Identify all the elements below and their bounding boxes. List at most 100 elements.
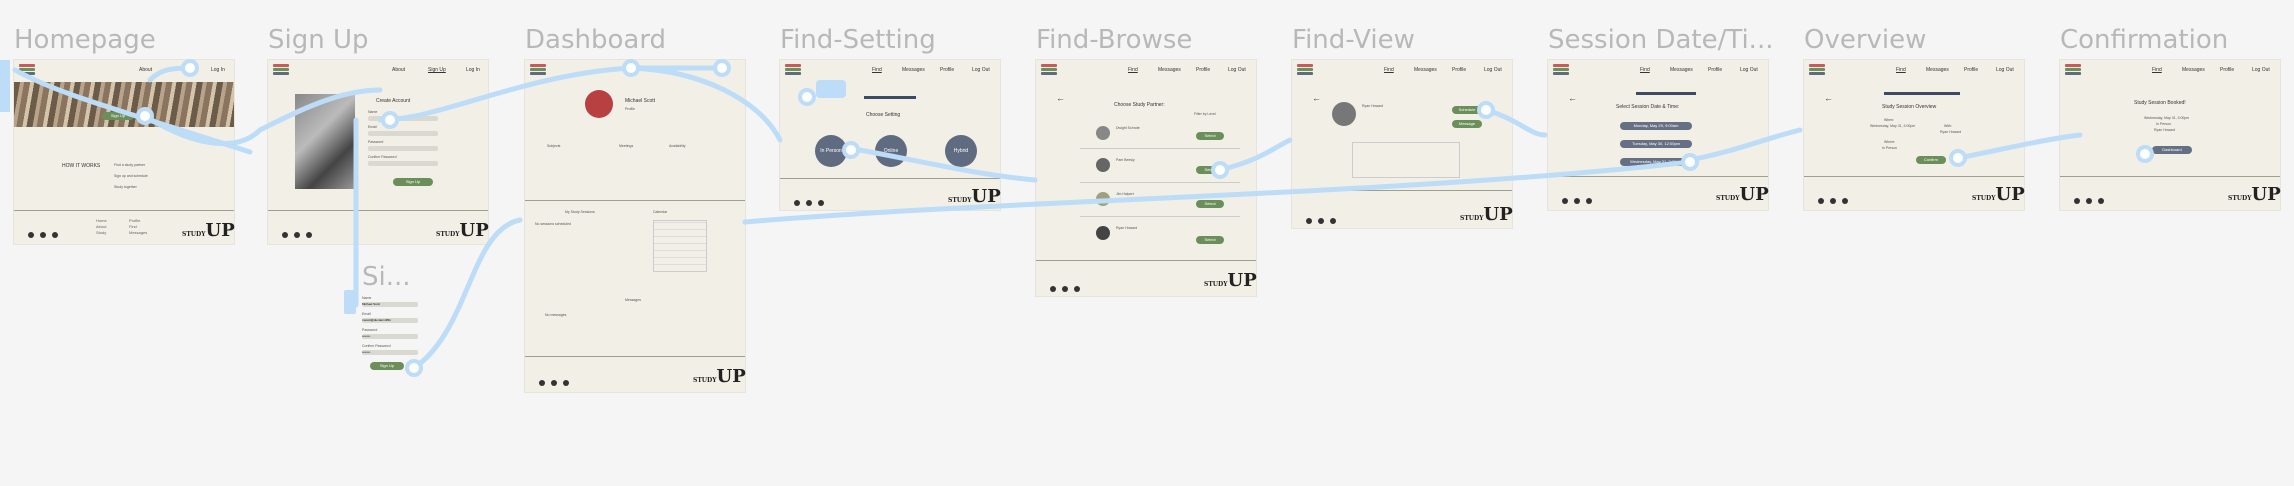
linkedin-icon[interactable]	[52, 232, 58, 238]
hero-signup-button[interactable]: Sign Up	[102, 112, 134, 120]
frame-homepage[interactable]: About Log In Sign Up HOW IT WORKS Find a…	[14, 60, 235, 244]
select-button[interactable]: Select	[1196, 236, 1224, 244]
nav-find[interactable]: Find	[1128, 67, 1138, 73]
facebook-icon[interactable]	[2086, 198, 2092, 204]
hotspot-node[interactable]	[136, 107, 154, 125]
nav-profile[interactable]: Profile	[1708, 67, 1722, 73]
m-email-field[interactable]: mscott@dundermifflin	[362, 318, 418, 323]
frame-handle-setting[interactable]	[816, 80, 846, 98]
facebook-icon[interactable]	[1830, 198, 1836, 204]
nav-profile[interactable]: Profile	[2220, 67, 2234, 73]
linkedin-icon[interactable]	[306, 232, 312, 238]
instagram-icon[interactable]	[28, 232, 34, 238]
frame-find-view[interactable]: Find Messages Profile Log Out ← Ryan How…	[1292, 60, 1513, 228]
back-arrow-icon[interactable]: ←	[1824, 93, 1833, 103]
back-arrow-icon[interactable]: ←	[1568, 93, 1577, 103]
hotspot-node[interactable]	[405, 359, 423, 377]
option-online[interactable]: Online	[875, 135, 907, 167]
frame-dashboard[interactable]: Michael Scott Profile Subjects Meetings …	[525, 60, 746, 392]
nav-find[interactable]: Find	[1640, 67, 1650, 73]
confirm-password-field[interactable]	[368, 161, 438, 166]
nav-about[interactable]: About	[392, 67, 405, 73]
nav-logout[interactable]: Log Out	[2252, 67, 2270, 73]
nav-messages[interactable]: Messages	[902, 67, 925, 73]
nav-messages[interactable]: Messages	[1926, 67, 1949, 73]
frame-signup[interactable]: About Sign Up Log In Create Account Name…	[268, 60, 489, 244]
nav-login[interactable]: Log In	[466, 67, 480, 73]
linkedin-icon[interactable]	[563, 380, 569, 386]
linkedin-icon[interactable]	[818, 200, 824, 206]
nav-find[interactable]: Find	[1896, 67, 1906, 73]
select-button[interactable]: Select	[1196, 132, 1224, 140]
frame-session[interactable]: Find Messages Profile Log Out ← Select S…	[1548, 60, 1769, 210]
frame-overview[interactable]: Find Messages Profile Log Out ← Study Se…	[1804, 60, 2025, 210]
hotspot-node[interactable]	[1211, 161, 1229, 179]
nav-find[interactable]: Find	[2152, 67, 2162, 73]
nav-profile[interactable]: Profile	[1196, 67, 1210, 73]
confirm-button[interactable]: Confirm	[1916, 156, 1946, 164]
hotspot-node[interactable]	[713, 59, 731, 77]
instagram-icon[interactable]	[2074, 198, 2080, 204]
slot-1[interactable]: Monday, May 29, 9:00am	[1620, 122, 1692, 130]
select-button[interactable]: Select	[1196, 200, 1224, 208]
password-field[interactable]	[368, 146, 438, 151]
facebook-icon[interactable]	[1062, 286, 1068, 292]
frame-handle[interactable]	[0, 60, 10, 112]
hotspot-node[interactable]	[2136, 145, 2154, 163]
facebook-icon[interactable]	[294, 232, 300, 238]
facebook-icon[interactable]	[40, 232, 46, 238]
instagram-icon[interactable]	[539, 380, 545, 386]
facebook-icon[interactable]	[1318, 218, 1324, 224]
instagram-icon[interactable]	[1562, 198, 1568, 204]
calendar-widget[interactable]	[653, 220, 707, 272]
back-arrow-icon[interactable]: ←	[1056, 93, 1065, 103]
hotspot-node[interactable]	[1949, 149, 1967, 167]
m-confirm-field[interactable]: ••••••••	[362, 350, 418, 355]
nav-messages[interactable]: Messages	[2182, 67, 2205, 73]
frame-confirmation[interactable]: Find Messages Profile Log Out Study Sess…	[2060, 60, 2281, 210]
nav-find[interactable]: Find	[1384, 67, 1394, 73]
linkedin-icon[interactable]	[1586, 198, 1592, 204]
linkedin-icon[interactable]	[1074, 286, 1080, 292]
instagram-icon[interactable]	[1306, 218, 1312, 224]
instagram-icon[interactable]	[1050, 286, 1056, 292]
m-signup-button[interactable]: Sign Up	[370, 362, 404, 370]
hotspot-node[interactable]	[1681, 153, 1699, 171]
nav-logout[interactable]: Log Out	[1228, 67, 1246, 73]
frame-handle-mobile[interactable]	[344, 290, 356, 314]
facebook-icon[interactable]	[551, 380, 557, 386]
signup-button[interactable]: Sign Up	[393, 178, 433, 186]
hotspot-node[interactable]	[181, 59, 199, 77]
nav-messages[interactable]: Messages	[1414, 67, 1437, 73]
nav-logout[interactable]: Log Out	[1484, 67, 1502, 73]
facebook-icon[interactable]	[1574, 198, 1580, 204]
hotspot-node[interactable]	[798, 88, 816, 106]
email-field[interactable]	[368, 131, 438, 136]
linkedin-icon[interactable]	[1842, 198, 1848, 204]
filter-label[interactable]: Filter by Level	[1194, 112, 1216, 116]
nav-profile[interactable]: Profile	[1964, 67, 1978, 73]
nav-login[interactable]: Log In	[211, 67, 225, 73]
linkedin-icon[interactable]	[1330, 218, 1336, 224]
nav-logout[interactable]: Log Out	[972, 67, 990, 73]
nav-logout[interactable]: Log Out	[1740, 67, 1758, 73]
option-hybrid[interactable]: Hybrid	[945, 135, 977, 167]
instagram-icon[interactable]	[282, 232, 288, 238]
back-arrow-icon[interactable]: ←	[1312, 93, 1321, 103]
hotspot-node[interactable]	[622, 59, 640, 77]
facebook-icon[interactable]	[806, 200, 812, 206]
nav-messages[interactable]: Messages	[1158, 67, 1181, 73]
instagram-icon[interactable]	[794, 200, 800, 206]
m-name-field[interactable]: Michael Scott	[362, 302, 418, 307]
message-button[interactable]: Message	[1452, 120, 1482, 128]
m-password-field[interactable]: ••••••••	[362, 334, 418, 339]
hotspot-node[interactable]	[381, 111, 399, 129]
linkedin-icon[interactable]	[2098, 198, 2104, 204]
nav-logout[interactable]: Log Out	[1996, 67, 2014, 73]
hotspot-node[interactable]	[842, 141, 860, 159]
dashboard-button[interactable]: Dashboard	[2152, 146, 2192, 154]
slot-2[interactable]: Tuesday, May 30, 12:00pm	[1620, 140, 1692, 148]
name-field[interactable]	[368, 116, 438, 121]
nav-profile[interactable]: Profile	[1452, 67, 1466, 73]
nav-messages[interactable]: Messages	[1670, 67, 1693, 73]
